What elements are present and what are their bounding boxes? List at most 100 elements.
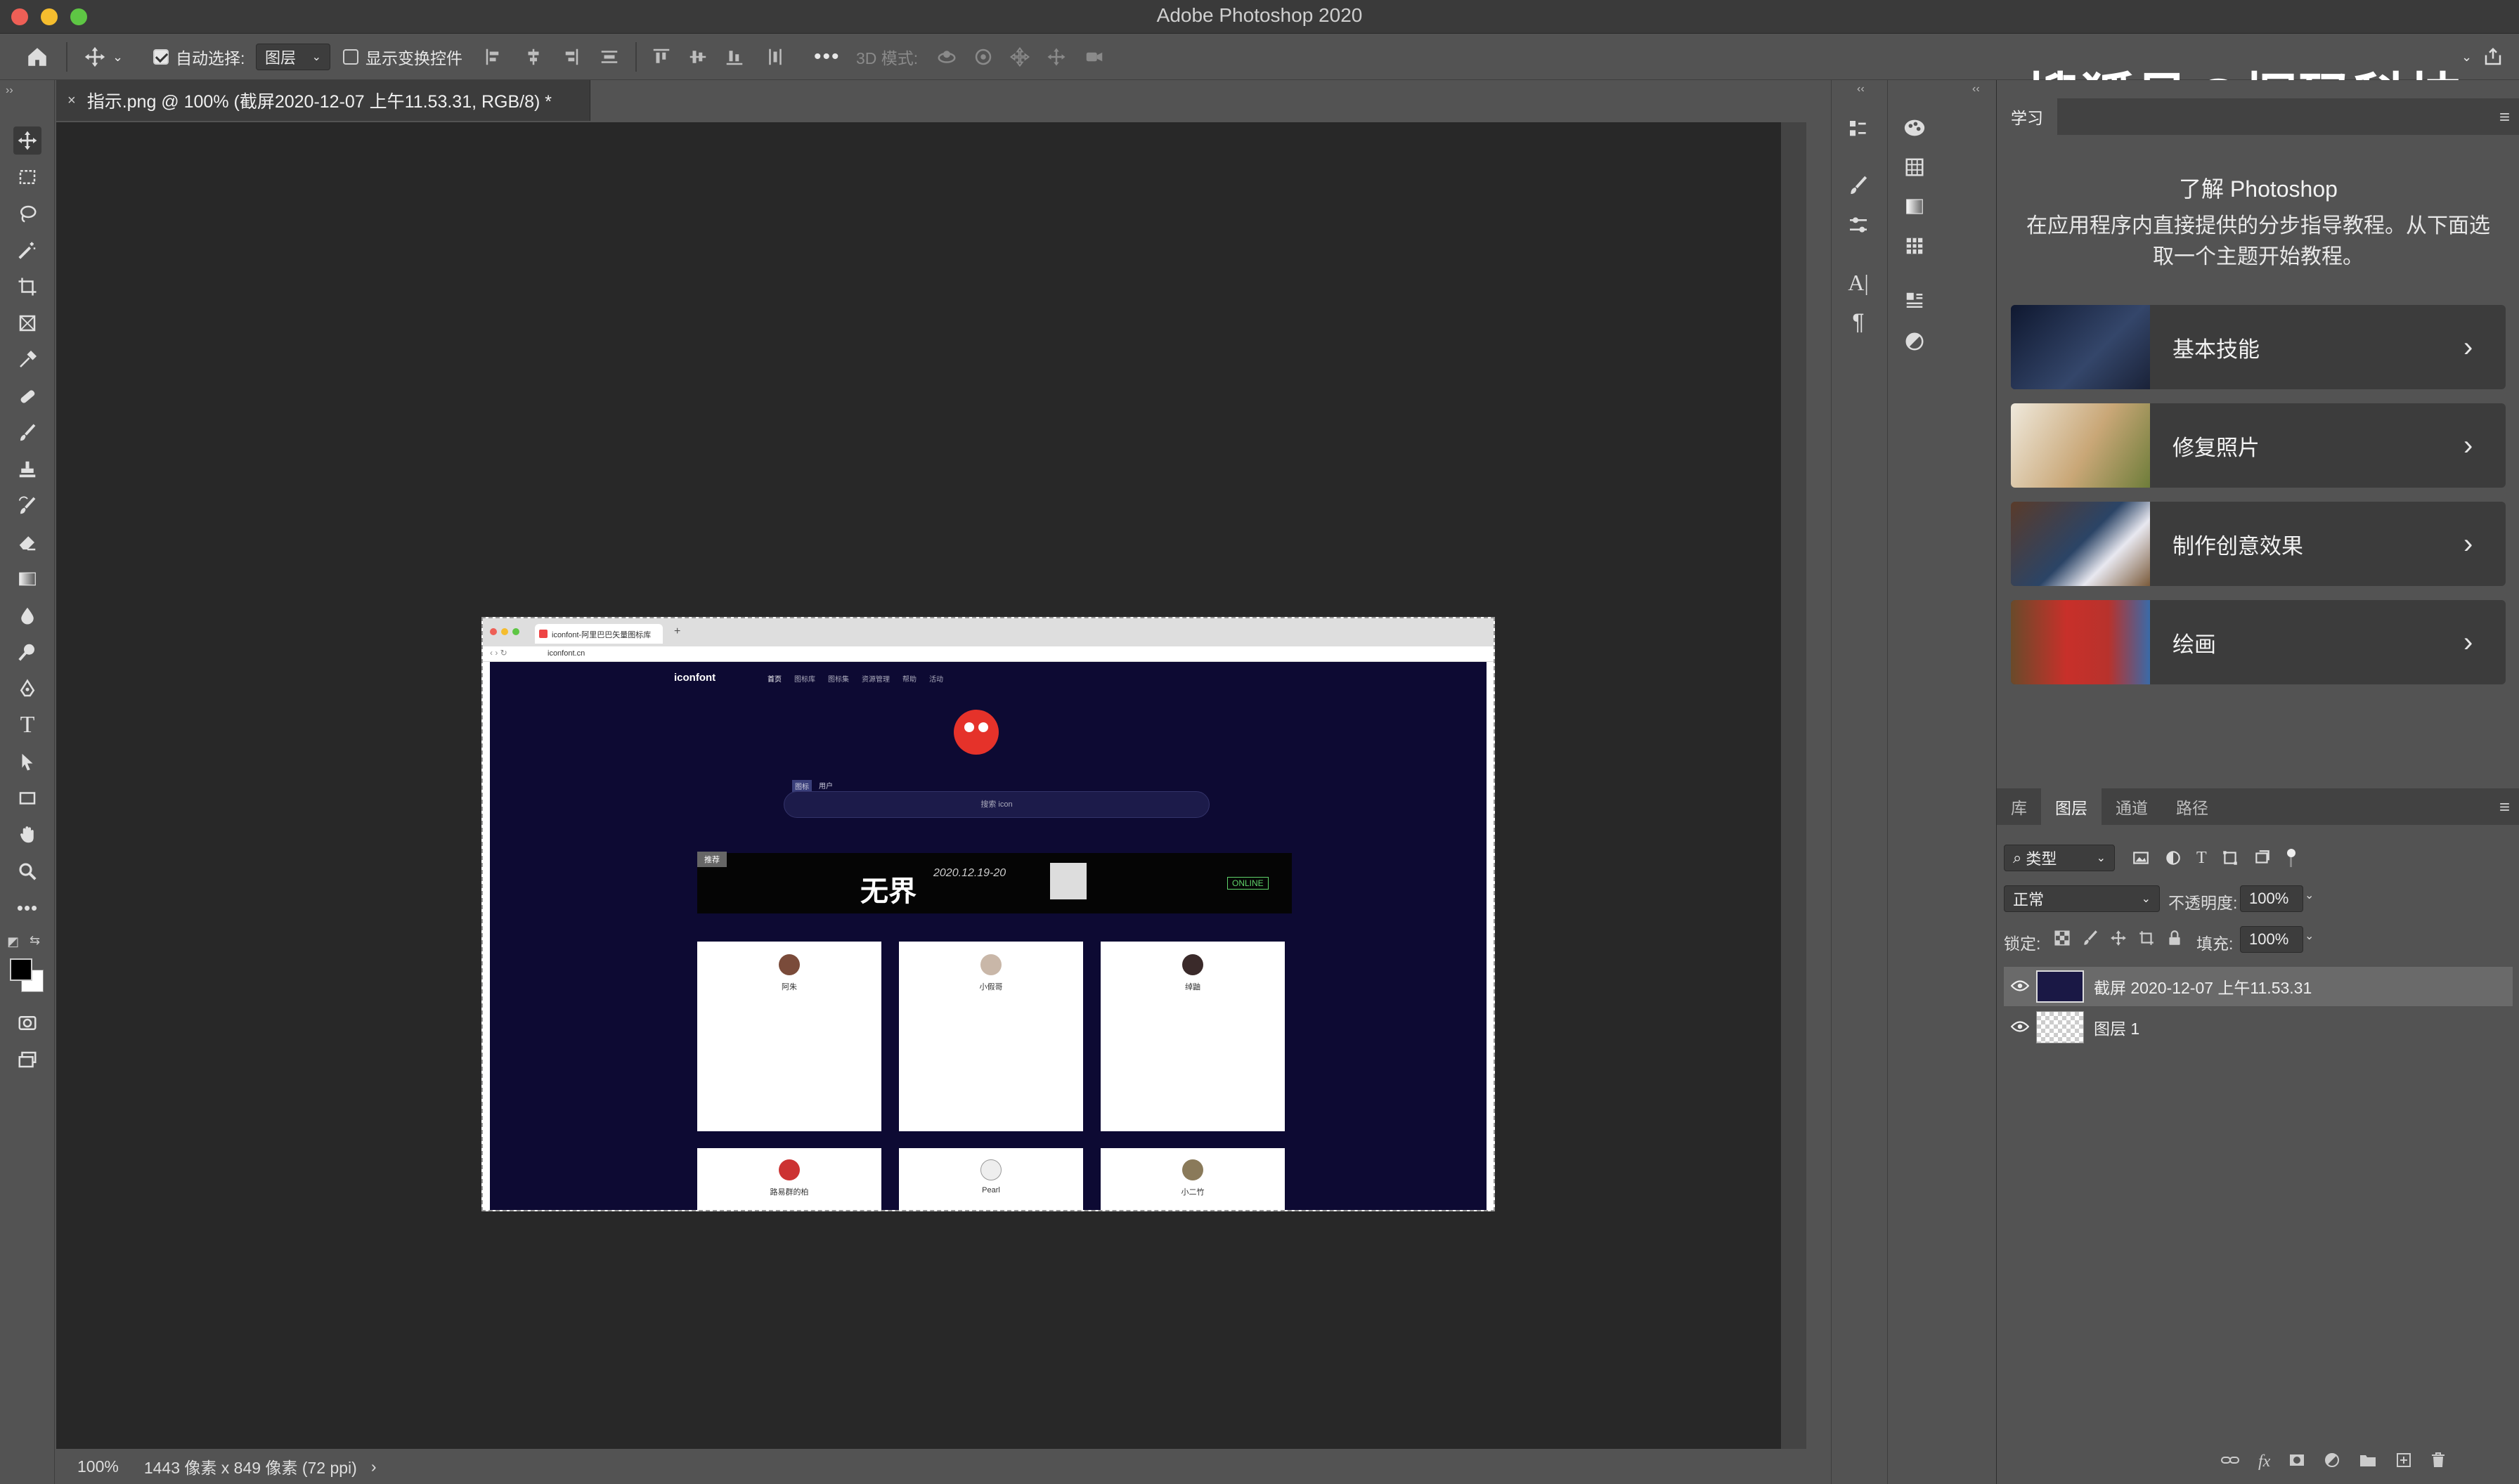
path-selection-tool-icon[interactable]	[13, 748, 41, 776]
lasso-tool-icon[interactable]	[13, 200, 41, 228]
chevron-down-icon[interactable]: ⌄	[2461, 44, 2472, 70]
filter-smart-object-icon[interactable]	[2253, 849, 2272, 871]
lock-position-icon[interactable]	[2109, 929, 2128, 951]
learn-topic-basic-skills[interactable]: 基本技能 ›	[2011, 305, 2506, 389]
distribute-vertical-icon[interactable]	[765, 44, 786, 70]
learn-topic-painting[interactable]: 绘画 ›	[2011, 600, 2506, 684]
checkbox-box[interactable]	[153, 49, 169, 65]
layer-filter-dropdown[interactable]: ⌕ 类型 ⌄	[2004, 845, 2115, 871]
gradients-panel-icon[interactable]	[1902, 194, 1927, 219]
patterns-panel-icon[interactable]	[1902, 233, 1927, 259]
chevron-down-icon[interactable]: ⌄	[2305, 929, 2314, 943]
pan-3d-icon[interactable]	[1009, 44, 1030, 70]
tab-paths[interactable]: 路径	[2162, 788, 2222, 825]
tab-channels[interactable]: 通道	[2102, 788, 2162, 825]
adjustment-sliders-icon[interactable]	[1846, 212, 1871, 237]
adjustments-panel-icon[interactable]	[1902, 329, 1927, 354]
distribute-icon[interactable]	[599, 44, 620, 70]
auto-select-checkbox[interactable]: 自动选择:	[153, 44, 245, 70]
color-panel-icon[interactable]	[1902, 115, 1927, 141]
healing-brush-tool-icon[interactable]	[13, 382, 41, 410]
new-layer-icon[interactable]	[2395, 1452, 2412, 1472]
pen-tool-icon[interactable]	[13, 675, 41, 703]
vertical-scrollbar[interactable]	[1781, 122, 1806, 1449]
home-icon[interactable]	[25, 44, 49, 70]
chevron-right-icon[interactable]: ›	[371, 1457, 377, 1476]
delete-layer-icon[interactable]	[2430, 1452, 2446, 1472]
tab-libraries[interactable]: 库	[1997, 788, 2041, 825]
align-left-icon[interactable]	[484, 44, 505, 70]
collapse-panels-icon[interactable]: ‹‹	[1972, 83, 1980, 96]
blend-mode-dropdown[interactable]: 正常 ⌄	[2004, 885, 2160, 912]
link-layers-icon[interactable]	[2220, 1453, 2240, 1471]
lock-transparent-icon[interactable]	[2053, 929, 2071, 951]
frame-tool-icon[interactable]	[13, 309, 41, 337]
tab-learn[interactable]: 学习	[1997, 98, 2057, 135]
more-options-icon[interactable]: •••	[814, 44, 841, 70]
layer-row-screenshot[interactable]: 截屏 2020-12-07 上午11.53.31	[2004, 967, 2513, 1006]
clone-stamp-tool-icon[interactable]	[13, 455, 41, 483]
gradient-tool-icon[interactable]	[13, 565, 41, 593]
default-colors-icon[interactable]: ◩	[7, 935, 19, 949]
marquee-tool-icon[interactable]	[13, 163, 41, 191]
slide-3d-icon[interactable]	[1046, 44, 1067, 70]
share-icon[interactable]	[2482, 44, 2504, 70]
paragraph-panel-icon[interactable]: ¶	[1846, 309, 1871, 334]
quick-mask-icon[interactable]	[13, 1009, 41, 1037]
lock-brush-icon[interactable]	[2081, 929, 2099, 951]
panel-menu-icon[interactable]: ≡	[2499, 796, 2510, 818]
zoom-tool-icon[interactable]	[13, 857, 41, 885]
learn-topic-creative-effects[interactable]: 制作创意效果 ›	[2011, 502, 2506, 586]
align-horizontal-center-icon[interactable]	[523, 44, 544, 70]
foreground-color-swatch[interactable]	[10, 958, 32, 981]
document-canvas[interactable]: iconfont-阿里巴巴矢量图标库 + ‹ › ↻ iconfont.cn i…	[481, 617, 1495, 1211]
auto-select-target-dropdown[interactable]: 图层 ⌄	[256, 44, 330, 70]
eyedropper-tool-icon[interactable]	[13, 346, 41, 374]
document-info[interactable]: 1443 像素 x 849 像素 (72 ppi)	[144, 1454, 357, 1478]
panel-menu-icon[interactable]: ≡	[2499, 106, 2510, 128]
properties-panel-icon[interactable]	[1902, 288, 1927, 313]
roll-3d-icon[interactable]	[973, 44, 994, 70]
lock-all-icon[interactable]	[2165, 929, 2184, 951]
align-right-icon[interactable]	[559, 44, 581, 70]
tab-layers[interactable]: 图层	[2041, 788, 2102, 825]
screen-mode-icon[interactable]	[13, 1046, 41, 1074]
type-tool-icon[interactable]: T	[13, 711, 41, 739]
swap-colors-icon[interactable]: ⇆	[30, 933, 40, 948]
blur-tool-icon[interactable]	[13, 601, 41, 630]
collapse-icon[interactable]: ››	[6, 84, 13, 97]
chevron-down-icon[interactable]: ⌄	[2305, 888, 2314, 902]
filter-toggle-icon[interactable]	[2286, 849, 2295, 867]
opacity-input[interactable]: 100%	[2240, 885, 2303, 912]
checkbox-box[interactable]	[343, 49, 358, 65]
filter-adjustment-icon[interactable]	[2164, 849, 2182, 871]
move-tool-preset-icon[interactable]: ⌄	[83, 44, 123, 70]
rectangle-tool-icon[interactable]	[13, 784, 41, 812]
character-panel-icon[interactable]: A|	[1846, 270, 1871, 295]
brush-tool-icon[interactable]	[13, 419, 41, 447]
expand-panels-icon[interactable]: ‹‹	[1857, 83, 1865, 96]
hand-tool-icon[interactable]	[13, 821, 41, 849]
orbit-3d-icon[interactable]	[935, 44, 959, 70]
zoom-level[interactable]: 100%	[77, 1457, 119, 1476]
filter-type-icon[interactable]: T	[2196, 849, 2207, 871]
move-tool-icon[interactable]	[13, 126, 41, 155]
eye-icon[interactable]	[2004, 1018, 2036, 1037]
dodge-tool-icon[interactable]	[13, 638, 41, 666]
new-group-icon[interactable]	[2359, 1452, 2377, 1471]
lock-artboard-icon[interactable]	[2137, 929, 2156, 951]
brush-settings-icon[interactable]	[1846, 173, 1871, 198]
camera-3d-icon[interactable]	[1082, 44, 1106, 70]
align-vertical-center-icon[interactable]	[687, 44, 708, 70]
layer-row-layer-1[interactable]: 图层 1	[2004, 1008, 2513, 1047]
align-bottom-icon[interactable]	[724, 44, 745, 70]
eye-icon[interactable]	[2004, 977, 2036, 996]
add-mask-icon[interactable]	[2288, 1452, 2305, 1472]
fill-input[interactable]: 100%	[2240, 926, 2303, 953]
swatches-panel-icon[interactable]	[1902, 155, 1927, 180]
close-tab-icon[interactable]: ×	[67, 93, 76, 109]
show-transform-checkbox[interactable]: 显示变换控件	[343, 44, 462, 70]
filter-shape-icon[interactable]	[2221, 849, 2239, 871]
history-brush-tool-icon[interactable]	[13, 492, 41, 520]
layer-effects-icon[interactable]: fx	[2258, 1452, 2270, 1471]
